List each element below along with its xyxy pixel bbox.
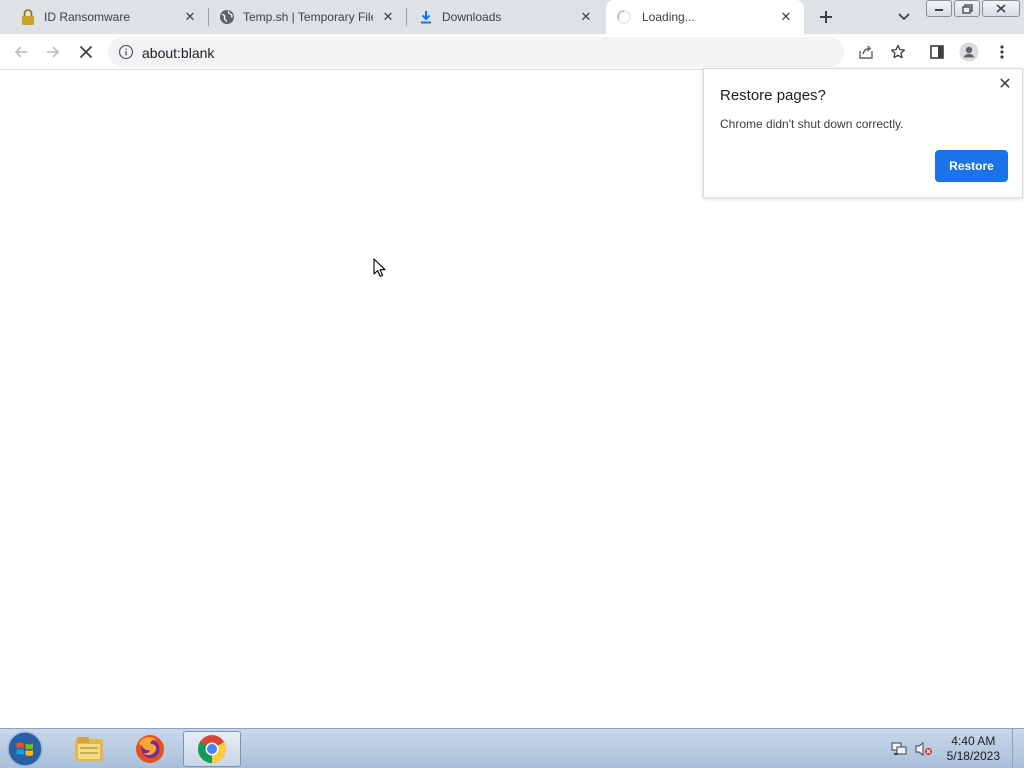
- kebab-menu-icon: [1000, 45, 1004, 59]
- side-panel-button[interactable]: [925, 40, 949, 64]
- tab-title: ID Ransomware: [44, 10, 131, 24]
- star-icon: [890, 44, 906, 59]
- share-button[interactable]: [854, 40, 878, 64]
- chrome-icon: [198, 735, 226, 763]
- restore-window-icon: [961, 3, 973, 14]
- screen: ID Ransomware ✕ Temp.sh | Temporary File…: [0, 0, 1024, 768]
- lock-icon: [20, 9, 36, 25]
- address-bar[interactable]: about:blank: [108, 37, 844, 67]
- firefox-icon: [136, 735, 164, 763]
- restore-window-button[interactable]: [954, 0, 980, 17]
- stop-loading-button[interactable]: [74, 40, 98, 64]
- share-icon: [859, 45, 873, 59]
- clock-date: 5/18/2023: [946, 749, 1000, 763]
- windows-start-icon: [7, 731, 43, 767]
- window-controls: [926, 0, 1020, 18]
- mouse-cursor-icon: [373, 258, 386, 277]
- download-icon: [418, 9, 434, 25]
- close-tab-icon[interactable]: ✕: [778, 9, 794, 25]
- bookmark-button[interactable]: [886, 40, 910, 64]
- taskbar: 4:40 AM 5/18/2023: [0, 728, 1024, 768]
- profile-button[interactable]: [957, 40, 981, 64]
- forward-button[interactable]: [41, 40, 65, 64]
- arrow-left-icon: [14, 46, 27, 58]
- tab-title: Loading...: [642, 10, 695, 24]
- system-tray: 4:40 AM 5/18/2023: [884, 729, 1024, 768]
- tab-id-ransomware[interactable]: ID Ransomware ✕: [0, 0, 208, 34]
- back-button[interactable]: [9, 40, 33, 64]
- tab-temp-sh[interactable]: Temp.sh | Temporary File ✕: [208, 0, 406, 34]
- dialog-message: Chrome didn't shut down correctly.: [720, 117, 904, 131]
- new-tab-button[interactable]: [814, 5, 838, 29]
- tab-downloads[interactable]: Downloads ✕: [406, 0, 604, 34]
- tab-loading[interactable]: Loading... ✕: [606, 0, 804, 34]
- globe-icon: [219, 9, 235, 25]
- menu-button[interactable]: [990, 40, 1014, 64]
- minimize-button[interactable]: [926, 0, 952, 17]
- close-tab-icon[interactable]: ✕: [380, 9, 396, 25]
- close-icon[interactable]: ✕: [996, 75, 1014, 93]
- info-icon[interactable]: [118, 44, 134, 60]
- dialog-title: Restore pages?: [720, 87, 826, 104]
- avatar-icon: [959, 42, 979, 62]
- close-tab-icon[interactable]: ✕: [182, 9, 198, 25]
- taskbar-clock[interactable]: 4:40 AM 5/18/2023: [947, 734, 1000, 764]
- plus-icon: [820, 11, 832, 23]
- start-button[interactable]: [4, 730, 46, 768]
- browser-toolbar: about:blank: [0, 34, 1024, 70]
- close-icon: [996, 4, 1006, 13]
- file-explorer-icon: [75, 737, 103, 761]
- close-tab-icon[interactable]: ✕: [578, 9, 594, 25]
- clock-time: 4:40 AM: [951, 734, 996, 748]
- tab-strip: ID Ransomware ✕ Temp.sh | Temporary File…: [0, 0, 1024, 34]
- tab-title: Downloads: [442, 10, 502, 24]
- restore-pages-dialog: Restore pages? Chrome didn't shut down c…: [703, 68, 1023, 198]
- arrow-right-icon: [47, 46, 60, 58]
- taskbar-file-explorer[interactable]: [60, 731, 118, 767]
- tab-title: Temp.sh | Temporary File: [243, 10, 373, 24]
- side-panel-icon: [930, 45, 944, 59]
- show-desktop-button[interactable]: [1012, 729, 1024, 768]
- network-icon[interactable]: [891, 741, 909, 762]
- stop-icon: [79, 45, 93, 59]
- taskbar-chrome[interactable]: [183, 731, 241, 767]
- loading-spinner-icon: [616, 9, 632, 25]
- volume-muted-icon[interactable]: [915, 741, 933, 762]
- url-text[interactable]: about:blank: [142, 45, 214, 61]
- restore-button[interactable]: Restore: [935, 150, 1008, 182]
- minimize-icon: [935, 8, 943, 11]
- tab-search-button[interactable]: [893, 6, 915, 28]
- chevron-down-icon: [898, 13, 910, 21]
- close-window-button[interactable]: [982, 0, 1020, 17]
- taskbar-firefox[interactable]: [121, 731, 179, 767]
